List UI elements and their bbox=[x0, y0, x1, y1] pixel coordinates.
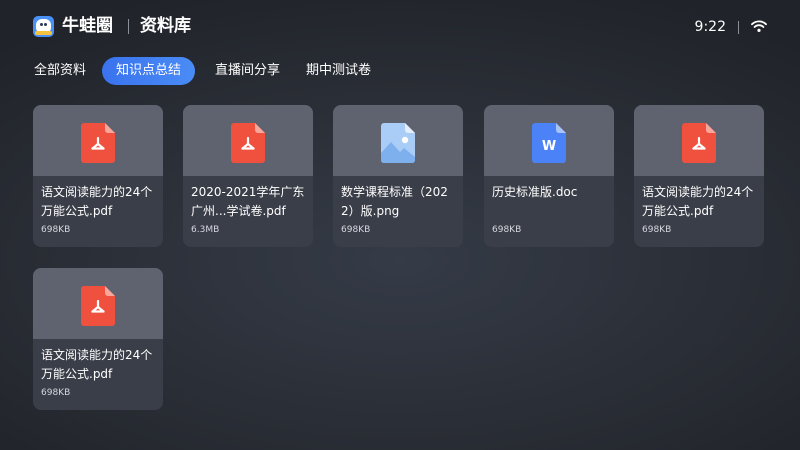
file-size: 698KB bbox=[341, 225, 371, 235]
file-size: 6.3MB bbox=[191, 225, 220, 235]
frog-mascot-logo-icon bbox=[33, 16, 54, 37]
word-file-icon: W bbox=[532, 123, 566, 163]
tab-live-room-share[interactable]: 直播间分享 bbox=[203, 57, 292, 85]
wifi-icon bbox=[751, 20, 767, 32]
file-name: 语文阅读能力的24个万能公式.pdf bbox=[41, 348, 153, 381]
file-name: 数学课程标准（2022）版.png bbox=[341, 185, 448, 218]
file-card[interactable]: 数学课程标准（2022）版.png 698KB bbox=[333, 105, 463, 247]
file-name: 历史标准版.doc bbox=[492, 185, 578, 199]
pdf-file-icon bbox=[81, 123, 115, 163]
file-thumbnail bbox=[634, 105, 764, 176]
top-bar: 牛蛙圈 资料库 9:22 bbox=[0, 0, 800, 54]
file-card[interactable]: 语文阅读能力的24个万能公式.pdf 698KB bbox=[33, 268, 163, 410]
pdf-file-icon bbox=[81, 286, 115, 326]
pdf-file-icon bbox=[231, 123, 265, 163]
status-clock: 9:22 bbox=[694, 19, 726, 35]
file-thumbnail bbox=[33, 268, 163, 339]
tab-midterm-test[interactable]: 期中测试卷 bbox=[294, 57, 383, 85]
file-thumbnail bbox=[33, 105, 163, 176]
status-divider bbox=[738, 21, 739, 34]
file-name: 2020-2021学年广东广州...学试卷.pdf bbox=[191, 185, 305, 218]
title-divider bbox=[128, 19, 129, 34]
file-size: 698KB bbox=[41, 225, 71, 235]
file-card[interactable]: 2020-2021学年广东广州...学试卷.pdf 6.3MB bbox=[183, 105, 313, 247]
file-size: 698KB bbox=[642, 225, 672, 235]
word-icon-letter: W bbox=[542, 139, 556, 154]
file-thumbnail bbox=[183, 105, 313, 176]
file-card[interactable]: W 历史标准版.doc 698KB bbox=[484, 105, 614, 247]
category-tabs: 全部资料 知识点总结 直播间分享 期中测试卷 bbox=[22, 56, 385, 86]
file-card[interactable]: 语文阅读能力的24个万能公式.pdf 698KB bbox=[33, 105, 163, 247]
app-name: 牛蛙圈 bbox=[62, 16, 113, 36]
tab-knowledge-summary[interactable]: 知识点总结 bbox=[102, 57, 196, 85]
image-file-icon bbox=[381, 123, 415, 163]
file-name: 语文阅读能力的24个万能公式.pdf bbox=[41, 185, 153, 218]
file-card[interactable]: 语文阅读能力的24个万能公式.pdf 698KB bbox=[634, 105, 764, 247]
file-thumbnail bbox=[333, 105, 463, 176]
file-name: 语文阅读能力的24个万能公式.pdf bbox=[642, 185, 754, 218]
file-size: 698KB bbox=[41, 388, 71, 398]
pdf-file-icon bbox=[682, 123, 716, 163]
file-size: 698KB bbox=[492, 225, 522, 235]
page-title: 资料库 bbox=[140, 16, 191, 36]
tab-all-materials[interactable]: 全部资料 bbox=[22, 57, 98, 85]
file-thumbnail: W bbox=[484, 105, 614, 176]
